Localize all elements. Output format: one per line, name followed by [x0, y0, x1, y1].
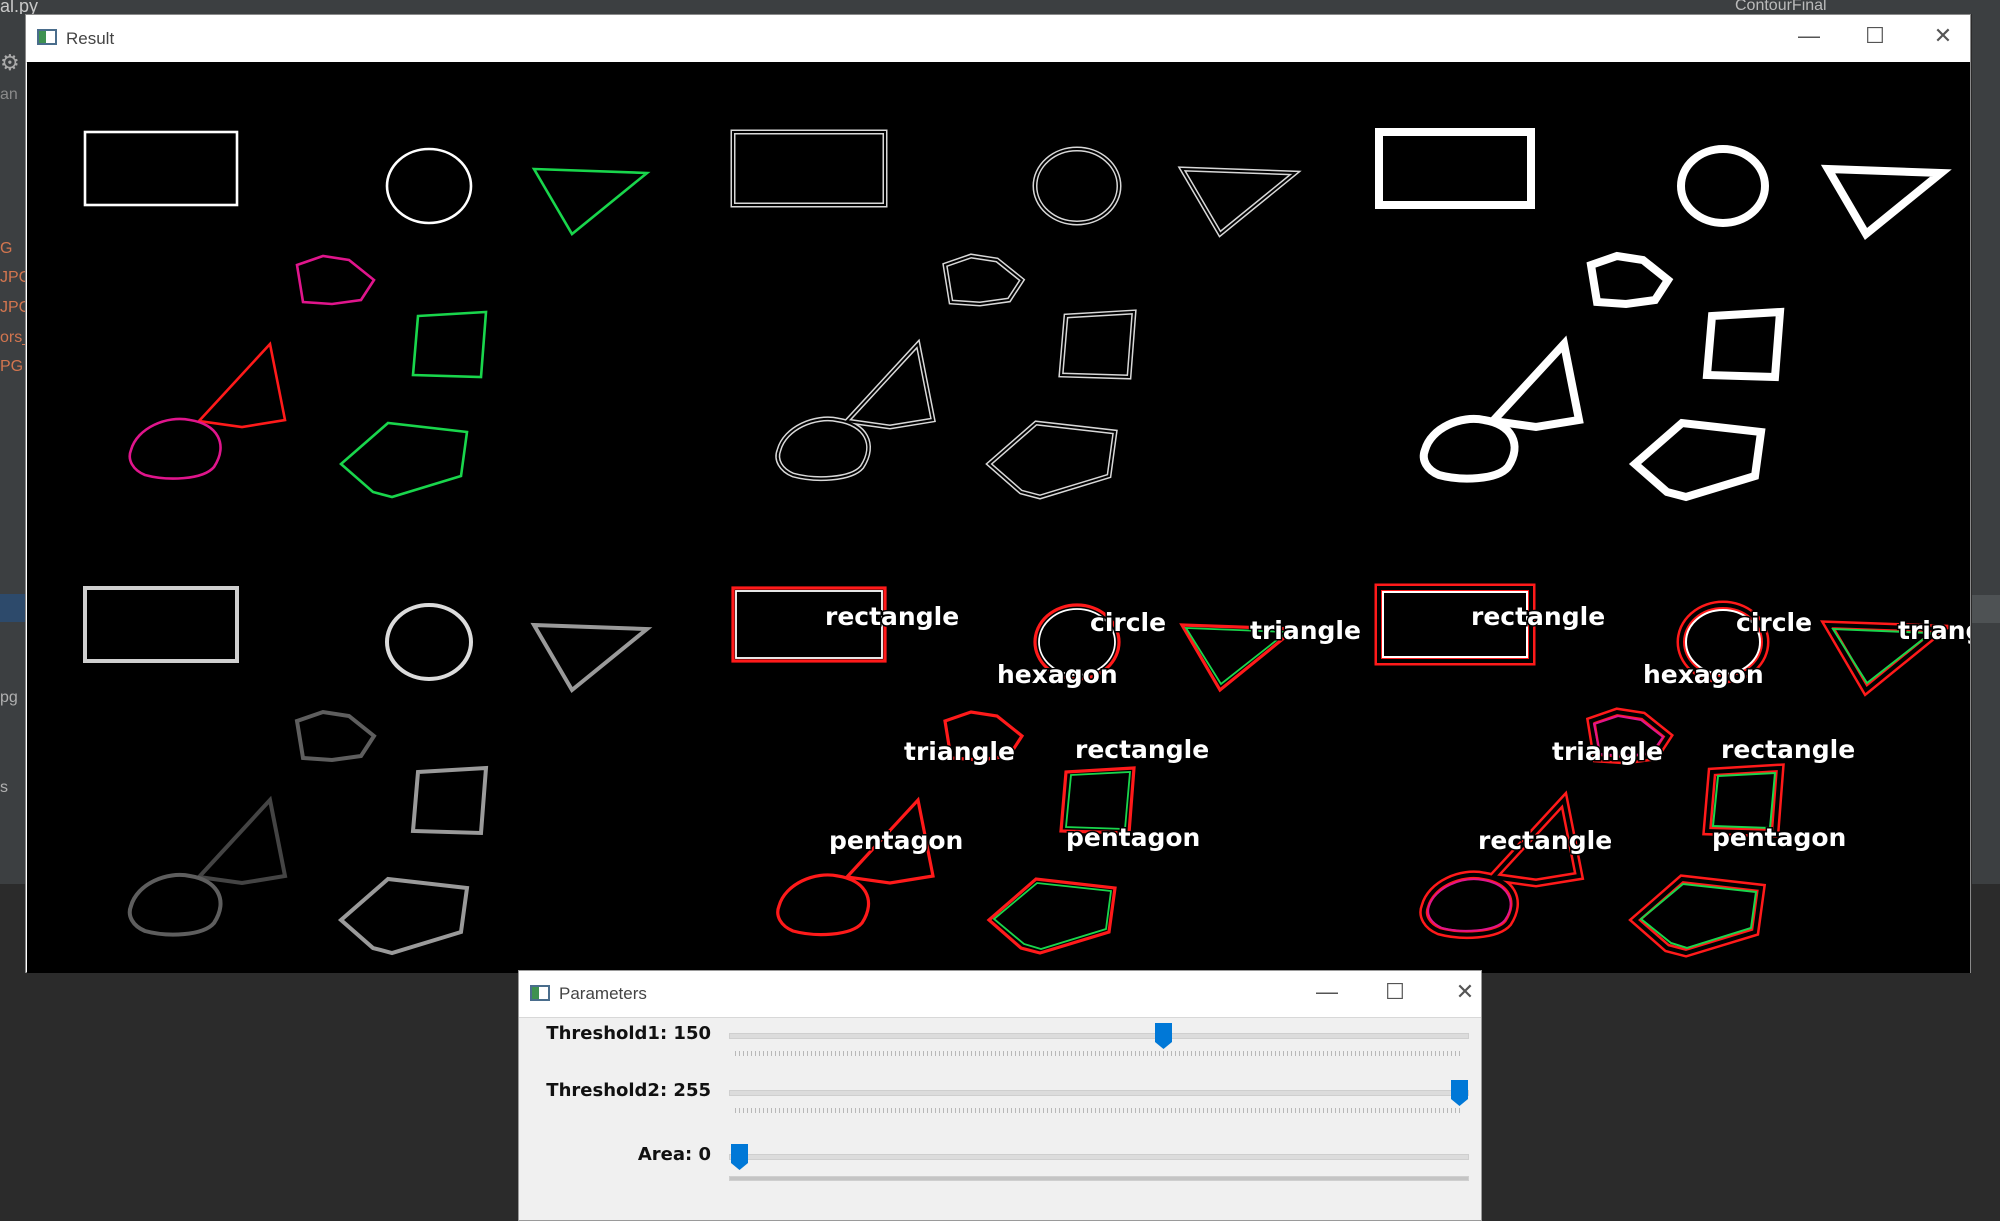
trackbar-track[interactable]: [729, 1154, 1469, 1160]
panel-canny-edges: [733, 132, 1295, 497]
trackbar-label: Threshold1: 150: [546, 1023, 711, 1044]
trackbar-thumb[interactable]: [731, 1144, 748, 1170]
shape-label: circle: [1736, 608, 1812, 637]
trackbar-ticks: [735, 1051, 1461, 1056]
close-icon[interactable]: ✕: [1923, 25, 1963, 47]
window-app-icon: [530, 985, 550, 1001]
ide-project-panel: ⚙ an G JPG JPG ors_ PG pg s: [0, 14, 31, 884]
result-titlebar[interactable]: Result — ☐ ✕: [26, 15, 1970, 63]
maximize-icon[interactable]: ☐: [1375, 981, 1415, 1003]
shape-label: hexagon: [997, 660, 1118, 689]
trackbar-label: Area: 0: [637, 1144, 711, 1165]
panel-labeled-contours-2: rectangle circle triangle hexagon triang…: [1379, 588, 1970, 953]
trackbar-thumb[interactable]: [1451, 1080, 1468, 1106]
trackbar-baseline: [729, 1176, 1469, 1181]
panel-original-contours: [83, 130, 651, 499]
panel-blur-gray: [83, 586, 653, 956]
parameters-window-title: Parameters: [559, 984, 647, 1003]
shape-label: hexagon: [1643, 660, 1764, 689]
shape-label: pentagon: [1712, 823, 1846, 852]
result-image-canvas: rectangle circle triangle hexagon triang…: [27, 62, 1970, 973]
trackbar-threshold1[interactable]: Threshold1: 150: [519, 1021, 1481, 1071]
trackbar-track[interactable]: [729, 1033, 1469, 1039]
project-item[interactable]: s: [0, 779, 8, 797]
project-item-selected: [0, 594, 26, 622]
shape-label: rectangle: [1471, 602, 1605, 631]
result-window-title: Result: [66, 29, 115, 48]
trackbar-track[interactable]: [729, 1090, 1469, 1096]
trackbar-threshold2[interactable]: Threshold2: 255: [519, 1078, 1481, 1128]
ide-toolbar: al.py ContourFinal: [0, 0, 2000, 16]
result-image: rectangle circle triangle hexagon triang…: [83, 62, 1970, 973]
ide-right-panel-tab[interactable]: [1972, 595, 2000, 623]
close-icon[interactable]: ✕: [1445, 981, 1485, 1003]
shape-label: triangle: [1250, 616, 1361, 645]
shape-label: rectangle: [1721, 735, 1855, 764]
ide-right-panel: [1972, 14, 2000, 884]
project-item[interactable]: PG: [0, 358, 23, 376]
shape-label: rectangle: [1478, 826, 1612, 855]
trackbar-thumb[interactable]: [1154, 1023, 1172, 1049]
shape-label: triangle: [904, 737, 1015, 766]
project-item[interactable]: G: [0, 240, 12, 258]
shape-label: triangle: [1552, 737, 1663, 766]
parameters-titlebar[interactable]: Parameters — ☐ ✕: [519, 971, 1481, 1018]
parameters-window[interactable]: Parameters — ☐ ✕ Threshold1: 150 Thresho…: [518, 970, 1482, 1221]
shape-label: rectangle: [1075, 735, 1209, 764]
shape-label: pentagon: [829, 826, 963, 855]
shape-label: circle: [1090, 608, 1166, 637]
run-configuration-dropdown[interactable]: ContourFinal: [1735, 0, 1827, 15]
shape-label: rectangle: [825, 602, 959, 631]
minimize-icon[interactable]: —: [1789, 25, 1829, 47]
trackbar-ticks: [735, 1108, 1461, 1113]
panel-labeled-contours-1: rectangle circle triangle hexagon triang…: [731, 586, 1362, 955]
window-app-icon: [37, 29, 57, 45]
trackbar-label: Threshold2: 255: [546, 1080, 711, 1101]
panel-dilated: [1379, 132, 1941, 497]
shape-label: triangle: [1898, 616, 1970, 645]
minimize-icon[interactable]: —: [1307, 981, 1347, 1003]
result-window[interactable]: Result — ☐ ✕ rectangle circle triangle h…: [25, 14, 1971, 973]
maximize-icon[interactable]: ☐: [1855, 25, 1895, 47]
project-item[interactable]: an: [0, 86, 18, 104]
project-item[interactable]: pg: [0, 689, 18, 707]
shape-label: pentagon: [1066, 823, 1200, 852]
trackbar-area[interactable]: Area: 0: [519, 1142, 1481, 1192]
gear-icon[interactable]: ⚙: [0, 50, 20, 76]
